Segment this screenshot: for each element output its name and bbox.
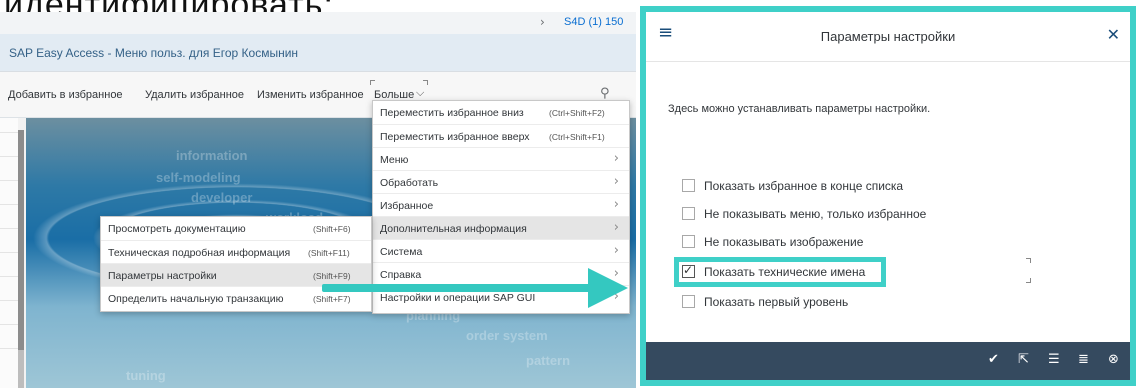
menu-item-favorites[interactable]: Избранное › xyxy=(373,193,629,216)
background-word: information xyxy=(176,148,248,163)
additional-info-submenu: Просмотреть документацию (Shift+F6) Техн… xyxy=(100,216,372,312)
dialog-footer-toolbar: ✔ ⇱ ☰ ≣ ⊗ xyxy=(646,342,1130,380)
system-chevron-icon[interactable]: › xyxy=(540,15,545,29)
checklist-icon[interactable]: ☰ xyxy=(1048,352,1060,367)
submenu-item-settings[interactable]: Параметры настройки (Shift+F9) xyxy=(101,263,371,286)
menu-item-shortcut: (Shift+F11) xyxy=(308,248,350,258)
window-title-bar: SAP Easy Access - Меню польз. для Егор К… xyxy=(0,34,636,72)
window-title: SAP Easy Access - Меню польз. для Егор К… xyxy=(9,46,299,60)
pointer-arrow-icon xyxy=(588,268,628,308)
chevron-down-icon: ⌵ xyxy=(416,86,425,99)
menu-item-shortcut: (Ctrl+Shift+F1) xyxy=(549,132,605,142)
dialog-description: Здесь можно устанавливать параметры наст… xyxy=(668,103,931,115)
checkbox[interactable] xyxy=(682,235,695,248)
pointer-arrow-shaft xyxy=(322,284,592,292)
menu-item-system[interactable]: Система › xyxy=(373,239,629,262)
dialog-title: Параметры настройки xyxy=(820,29,956,44)
add-favorite-button[interactable]: Добавить в избранное xyxy=(8,89,123,101)
background-word: pattern xyxy=(526,353,571,368)
checkbox[interactable] xyxy=(682,295,695,308)
checkbox[interactable] xyxy=(682,207,695,220)
change-favorite-button[interactable]: Изменить избранное xyxy=(257,89,364,101)
option-hide-image[interactable]: Не показывать изображение xyxy=(682,232,942,252)
chevron-right-icon: › xyxy=(613,151,619,166)
background-word: self-modeling xyxy=(156,170,241,185)
submenu-item-technical-details[interactable]: Техническая подробная информация (Shift+… xyxy=(101,240,371,263)
search-icon[interactable]: ⚲ xyxy=(600,86,610,101)
chevron-right-icon: › xyxy=(613,243,619,258)
remove-favorite-button[interactable]: Удалить избранное xyxy=(145,89,244,101)
menu-item-move-favorite-up[interactable]: Переместить избранное вверх (Ctrl+Shift+… xyxy=(373,124,629,147)
background-word: developer xyxy=(191,190,253,205)
chevron-right-icon: › xyxy=(613,174,619,189)
menu-item-edit[interactable]: Обработать › xyxy=(373,170,629,193)
menu-item-shortcut: (Ctrl+Shift+F2) xyxy=(549,108,605,118)
highlight-frame xyxy=(674,257,886,287)
cancel-icon[interactable]: ⊗ xyxy=(1108,352,1119,367)
splitter-handle-lower xyxy=(18,350,24,388)
system-bar: › S4D (1) 150 xyxy=(0,12,636,34)
menu-item-shortcut: (Shift+F9) xyxy=(313,271,351,281)
menu-item-shortcut: (Shift+F7) xyxy=(313,294,351,304)
close-icon[interactable]: ✕ xyxy=(1107,25,1120,44)
menu-item-additional-info[interactable]: Дополнительная информация › xyxy=(373,216,629,239)
background-word: order system xyxy=(466,328,548,343)
list-icon[interactable]: ≣ xyxy=(1078,352,1089,367)
splitter-handle[interactable] xyxy=(18,130,24,350)
submenu-item-view-documentation[interactable]: Просмотреть документацию (Shift+F6) xyxy=(101,217,371,240)
dialog-header: ≡ Параметры настройки ✕ xyxy=(646,12,1130,62)
background-word: tuning xyxy=(126,368,166,383)
chevron-right-icon: › xyxy=(613,220,619,235)
checkbox[interactable] xyxy=(682,179,695,192)
select-icon[interactable]: ⇱ xyxy=(1018,352,1029,367)
system-info[interactable]: S4D (1) 150 xyxy=(564,16,623,28)
chevron-right-icon: › xyxy=(613,197,619,212)
confirm-icon[interactable]: ✔ xyxy=(988,352,999,367)
focus-corner-mark xyxy=(1026,258,1031,263)
option-hide-menu-only-favorites[interactable]: Не показывать меню, только избранное xyxy=(682,204,942,224)
menu-item-shortcut: (Shift+F6) xyxy=(313,224,351,234)
menu-item-menu[interactable]: Меню › xyxy=(373,147,629,170)
option-show-first-level[interactable]: Показать первый уровень xyxy=(682,292,942,312)
option-show-favorites-at-end[interactable]: Показать избранное в конце списка xyxy=(682,176,942,196)
focus-corner-mark xyxy=(1026,278,1031,283)
settings-dialog: ≡ Параметры настройки ✕ Здесь можно уста… xyxy=(640,6,1136,386)
left-panel xyxy=(0,118,18,388)
menu-item-move-favorite-down[interactable]: Переместить избранное вниз (Ctrl+Shift+F… xyxy=(373,101,629,124)
